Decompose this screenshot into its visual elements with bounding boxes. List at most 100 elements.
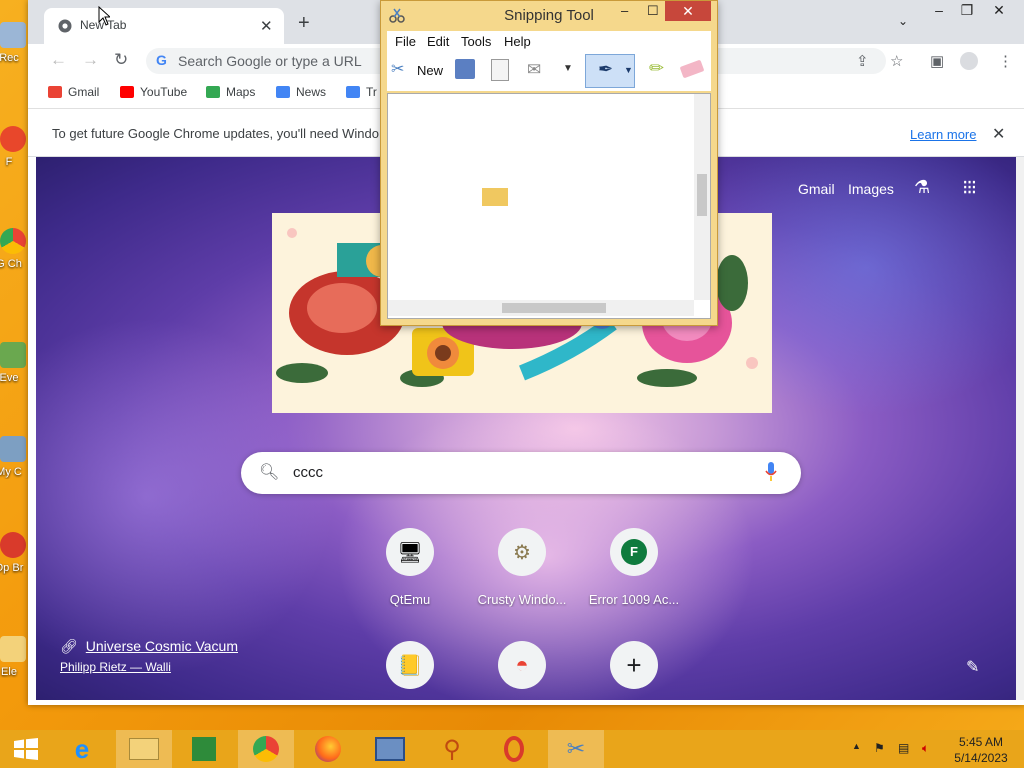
menu-file[interactable]: File: [395, 34, 416, 49]
tab-close-icon[interactable]: ✕: [260, 17, 273, 35]
shortcut-label: Crusty Windo...: [477, 592, 567, 607]
apps-grid-icon[interactable]: ⁝⁝⁝: [962, 175, 977, 200]
tray-overflow-icon[interactable]: ▲: [852, 741, 861, 751]
snip-minimize-button[interactable]: –: [621, 3, 628, 18]
labs-flask-icon[interactable]: ⚗: [914, 177, 930, 198]
tab-new-tab[interactable]: New Tab ✕: [44, 8, 284, 44]
bookmark-gmail[interactable]: Gmail: [48, 85, 99, 99]
background-attribution-title[interactable]: 🔗︎ Universe Cosmic Vacum: [60, 638, 238, 655]
windows-logo-icon: [14, 738, 38, 760]
opera-icon: [0, 532, 26, 558]
back-icon[interactable]: ←: [50, 50, 67, 70]
ntp-search-box[interactable]: 🔍︎ cccc: [241, 452, 801, 494]
new-snip-button[interactable]: New: [417, 63, 443, 78]
eraser-icon[interactable]: [679, 59, 705, 79]
profile-avatar-icon[interactable]: [960, 52, 978, 70]
system-clock[interactable]: 5:45 AM 5/14/2023: [946, 734, 1016, 766]
shortcut-tile-error-1009[interactable]: F Error 1009 Ac...: [579, 528, 689, 618]
voice-search-mic-icon[interactable]: [764, 461, 778, 483]
bookmark-label: Maps: [226, 85, 256, 99]
new-tab-button[interactable]: +: [298, 12, 310, 35]
everything-icon: [0, 342, 26, 368]
images-link[interactable]: Images: [848, 181, 894, 197]
learn-more-link[interactable]: Learn more: [910, 127, 976, 142]
start-button[interactable]: [0, 730, 52, 768]
taskbar-opera[interactable]: [488, 730, 540, 768]
omnibox-placeholder: Search Google or type a URL: [178, 53, 362, 69]
shortcut-tile-notes[interactable]: 📒: [355, 641, 465, 700]
taskbar-chrome[interactable]: [238, 730, 294, 768]
bookmark-maps[interactable]: Maps: [206, 85, 255, 99]
menu-edit[interactable]: Edit: [427, 34, 449, 49]
internet-explorer-icon: e: [74, 733, 90, 764]
maximize-button[interactable]: ❐: [952, 2, 982, 19]
add-shortcut-button[interactable]: +: [579, 641, 689, 700]
bookmark-label: YouTube: [140, 85, 188, 99]
taskbar-remote-desktop[interactable]: [364, 730, 416, 768]
snip-canvas[interactable]: [387, 93, 711, 319]
minimize-button[interactable]: –: [924, 2, 954, 18]
new-snip-scissors-icon[interactable]: ✂: [391, 59, 404, 79]
action-center-flag-icon[interactable]: ⚑: [874, 741, 885, 755]
snip-close-button[interactable]: ✕: [665, 1, 711, 21]
customize-pencil-icon[interactable]: ✎: [966, 657, 979, 677]
copy-icon[interactable]: [491, 59, 509, 81]
pen-icon: ✒: [598, 59, 614, 79]
reload-icon[interactable]: ↻: [114, 50, 128, 70]
taskbar-search-tool[interactable]: ⚲: [426, 730, 478, 768]
taskbar-internet-explorer[interactable]: e: [56, 730, 108, 768]
close-window-button[interactable]: ✕: [984, 2, 1014, 19]
tab-search-icon[interactable]: ⌄: [888, 14, 918, 28]
pen-tool-button[interactable]: ✒ ▼: [585, 54, 635, 88]
taskbar-file-explorer[interactable]: [116, 730, 172, 768]
bookmark-label: Tr: [366, 85, 377, 99]
bookmark-label: Gmail: [68, 85, 100, 99]
qtemu-icon: 🖥: [386, 528, 434, 576]
taskbar-firefox[interactable]: [302, 730, 354, 768]
page-scrollbar[interactable]: [1016, 157, 1024, 700]
maps-icon: [206, 86, 220, 98]
snipping-tool-window: Snipping Tool – ☐ ✕ File Edit Tools Help…: [380, 0, 718, 326]
folder-icon: [0, 636, 26, 662]
highlighter-icon[interactable]: ✏: [649, 58, 664, 79]
network-icon[interactable]: ▤: [898, 741, 909, 755]
snipping-tool-icon: ✂: [566, 736, 586, 761]
clock-time: 5:45 AM: [958, 735, 1004, 749]
gmail-link[interactable]: Gmail: [798, 181, 835, 197]
rainbow-icon: ◓: [498, 641, 546, 689]
taskbar-store[interactable]: [178, 730, 230, 768]
recycle-bin-icon: [0, 22, 26, 48]
magnifier-icon: ⚲: [443, 735, 461, 763]
volume-muted-icon[interactable]: 🔈︎: [922, 741, 929, 756]
shortcut-label: Error 1009 Ac...: [588, 592, 680, 607]
shortcut-tile-chrome-web-store[interactable]: ◓: [467, 641, 577, 700]
snip-maximize-button[interactable]: ☐: [647, 3, 659, 19]
bookmark-news[interactable]: News: [276, 85, 326, 99]
snip-vertical-scrollbar[interactable]: [694, 94, 710, 300]
search-query: cccc: [293, 464, 323, 481]
bookmark-star-icon[interactable]: ☆: [890, 52, 903, 70]
share-icon[interactable]: ⇪: [856, 52, 869, 70]
bookmark-translate[interactable]: Tr: [346, 85, 377, 99]
infobar-close-icon[interactable]: ✕: [992, 124, 1005, 144]
shortcut-tile-crusty-windows[interactable]: ⚙ Crusty Windo...: [467, 528, 577, 618]
menu-kebab-icon[interactable]: ⋮: [998, 52, 1013, 70]
send-dropdown-icon[interactable]: ▼: [563, 63, 573, 74]
background-attribution-author[interactable]: Philipp Rietz — Walli: [60, 660, 171, 674]
snip-horizontal-scrollbar[interactable]: [388, 300, 694, 316]
pen-dropdown-icon: ▼: [624, 65, 633, 75]
save-icon[interactable]: [455, 59, 475, 79]
mouse-cursor-icon: [98, 6, 110, 26]
clock-date: 5/14/2023: [954, 751, 1008, 765]
taskbar-snipping-tool[interactable]: ✂: [548, 730, 604, 768]
bookmark-youtube[interactable]: YouTube: [120, 85, 187, 99]
menu-tools[interactable]: Tools: [461, 34, 491, 49]
news-icon: [276, 86, 290, 98]
shortcut-tile-qtemu[interactable]: 🖥 QtEmu: [355, 528, 465, 618]
send-snip-icon[interactable]: ✉: [527, 60, 541, 80]
menu-help[interactable]: Help: [504, 34, 531, 49]
side-panel-icon[interactable]: ▣: [930, 52, 944, 70]
error-1009-icon: F: [610, 528, 658, 576]
add-icon: +: [610, 641, 658, 689]
forward-icon[interactable]: →: [82, 50, 99, 70]
